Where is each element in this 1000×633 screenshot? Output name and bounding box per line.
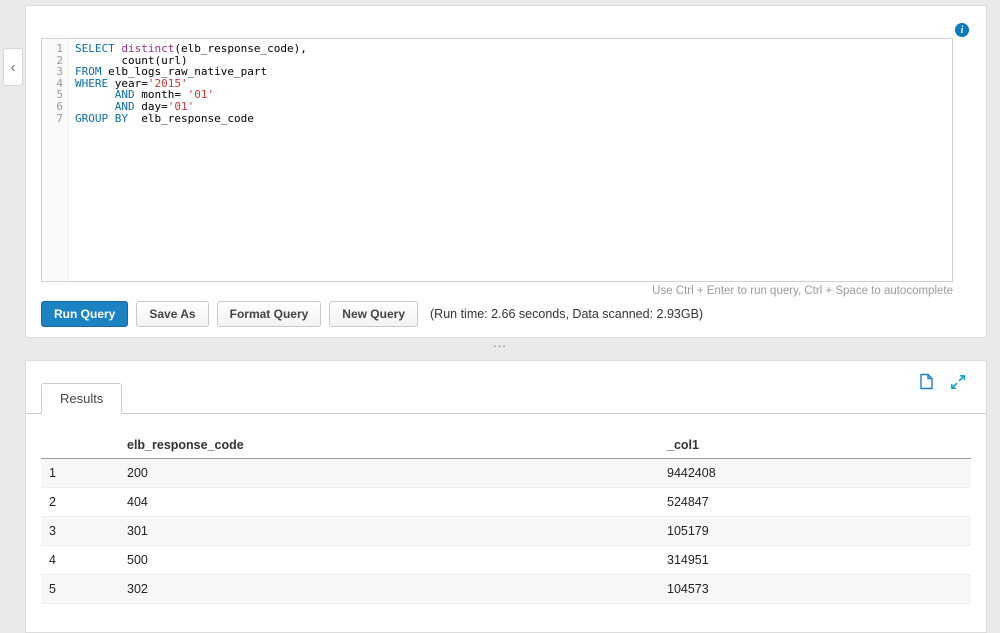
row-index-cell: 1 [41,458,119,488]
line-number: 6 [56,99,63,113]
tab-results[interactable]: Results [41,383,123,414]
table-cell: 301 [119,516,659,546]
chevron-left-icon: ‹ [10,58,16,76]
line-number: 7 [56,111,63,125]
save-as-button[interactable]: Save As [136,301,209,327]
table-cell: 500 [119,545,659,575]
results-table: elb_response_code _col1 1 200 9442408 2 404 52… [41,431,971,604]
table-row: 4 500 314951 [41,545,971,575]
code-line: FROM elb_logs_raw_native_part [75,65,268,79]
corner-header-cell [41,431,119,459]
results-body: 1 200 9442408 2 404 524847 3 301 105179 4 500 31495… [41,458,971,604]
column-header: elb_response_code [119,431,659,459]
results-header-row: elb_response_code _col1 [41,431,971,459]
line-numbers: 1234567 [42,39,69,281]
table-row: 5 302 104573 [41,574,971,604]
results-table-wrap: elb_response_code _col1 1 200 9442408 2 404 52… [41,431,971,604]
run-query-button[interactable]: Run Query [41,301,129,327]
table-cell: 314951 [659,545,971,575]
query-toolbar: Run Query Save As Format Query New Query… [41,301,703,327]
results-panel: Results elb_response_code _col1 1 200 94424… [25,360,987,633]
table-cell: 302 [119,574,659,604]
new-query-button[interactable]: New Query [329,301,418,327]
table-row: 3 301 105179 [41,516,971,546]
line-number: 1 [56,42,63,55]
code-line: GROUP BY elb_response_code [75,111,254,125]
table-row: 1 200 9442408 [41,458,971,488]
info-icon[interactable]: i [955,23,969,37]
editor-hint: Use Ctrl + Enter to run query, Ctrl + Sp… [652,285,953,297]
table-cell: 524847 [659,487,971,517]
sql-editor: 1234567 SELECT distinct(elb_response_cod… [41,38,953,282]
table-cell: 200 [119,458,659,488]
table-cell: 404 [119,487,659,517]
row-index-cell: 3 [41,516,119,546]
run-stats: (Run time: 2.66 seconds, Data scanned: 2… [430,307,704,321]
table-cell: 104573 [659,574,971,604]
code-line: AND month= '01' [114,88,215,102]
results-tabs-row: Results [26,383,986,414]
collapse-panel-button[interactable]: ‹ [3,48,23,86]
row-index-cell: 5 [41,574,119,604]
format-query-button[interactable]: Format Query [216,301,322,327]
table-cell: 105179 [659,516,971,546]
row-index-cell: 2 [41,487,119,517]
query-editor-panel: i 1234567 SELECT distinct(elb_response_c… [25,5,987,338]
table-row: 2 404 524847 [41,487,971,517]
row-index-cell: 4 [41,545,119,575]
code-content[interactable]: SELECT distinct(elb_response_code), coun… [69,39,952,281]
column-header: _col1 [659,431,971,459]
info-icon-glyph: i [960,24,964,36]
code-line: SELECT distinct(elb_response_code), [75,42,307,55]
table-cell: 9442408 [659,458,971,488]
panel-splitter-handle[interactable]: ... [0,336,1000,354]
